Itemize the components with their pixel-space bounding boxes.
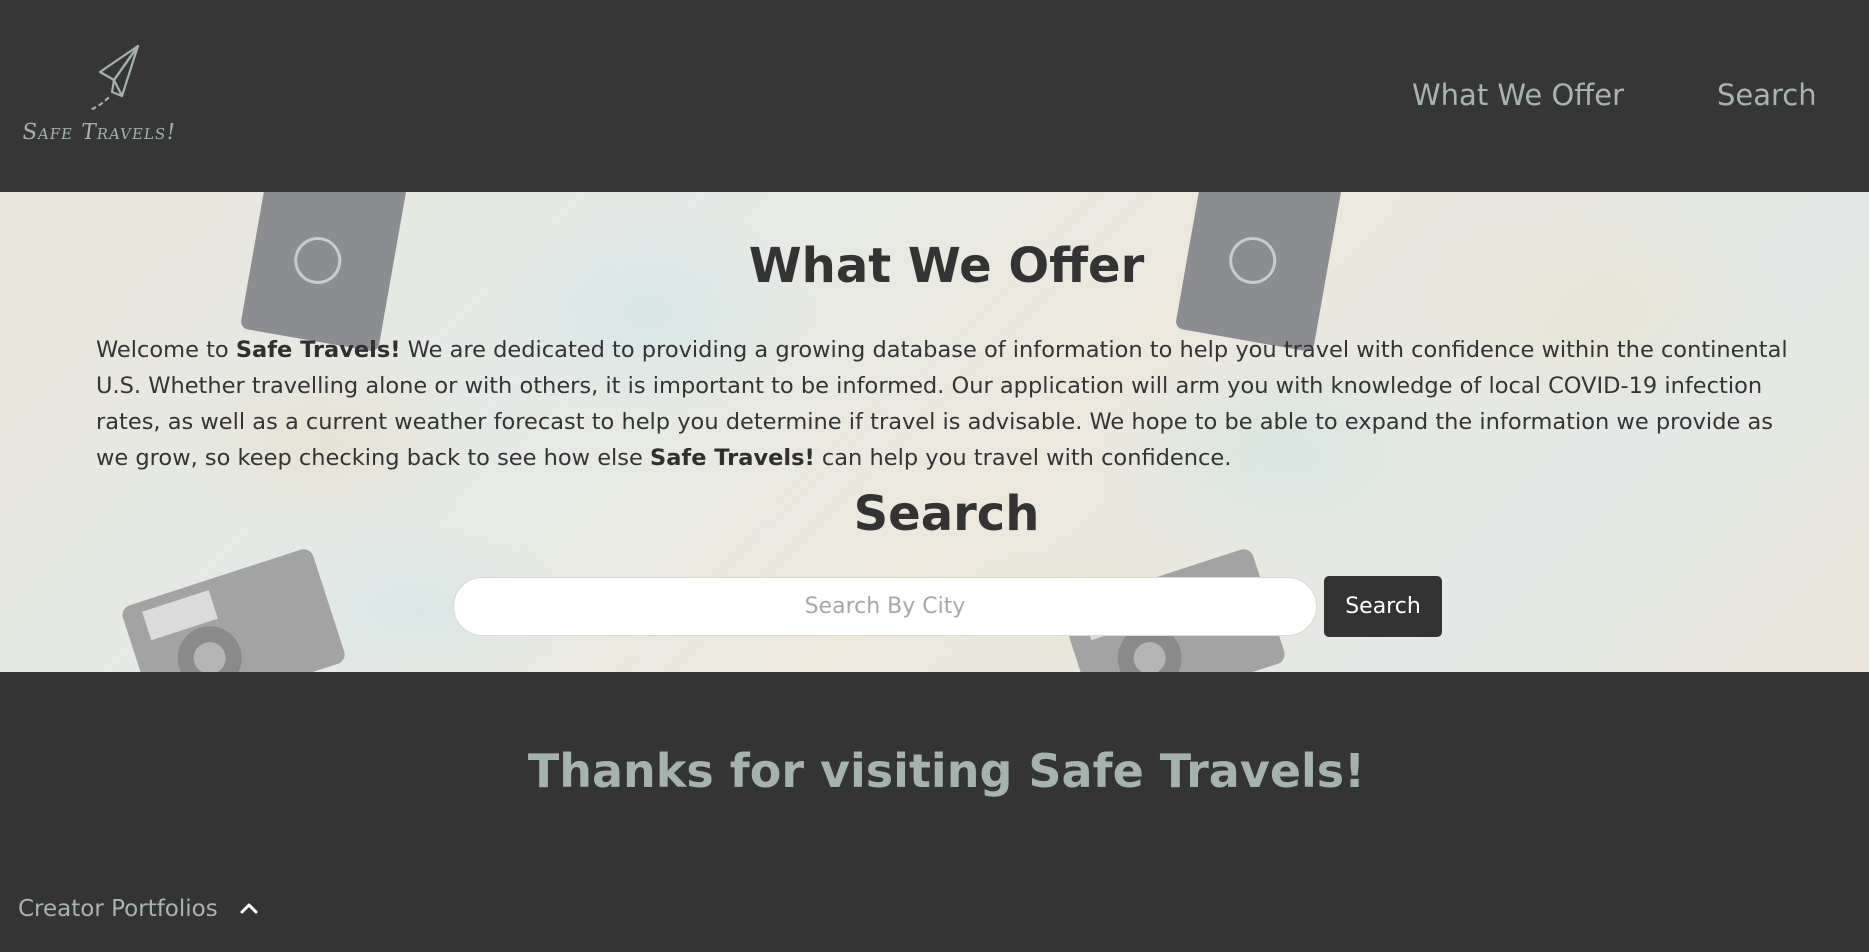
creator-portfolios-label: Creator Portfolios (18, 896, 218, 922)
paragraph-closing: can help you travel with confidence. (814, 445, 1232, 471)
nav-what-we-offer[interactable]: What We Offer (1412, 78, 1624, 112)
hero-content: What We Offer Welcome to Safe Travels! W… (0, 192, 1869, 672)
brand-name: Safe Travels! (650, 445, 815, 471)
city-search-input[interactable] (453, 577, 1317, 636)
logo-text: Safe Travels! (20, 120, 178, 145)
creator-portfolios-toggle[interactable]: Creator Portfolios (18, 896, 259, 922)
thanks-message: Thanks for visiting Safe Travels! (527, 744, 1366, 798)
welcome-text: Welcome to (96, 337, 236, 363)
search-button[interactable]: Search (1324, 576, 1442, 637)
logo[interactable]: Safe Travels! (20, 40, 178, 152)
site-header: Safe Travels! What We Offer Search (0, 0, 1869, 192)
welcome-paragraph: Welcome to Safe Travels! We are dedicate… (96, 332, 1796, 476)
paper-plane-icon (88, 44, 140, 112)
brand-name: Safe Travels! (235, 337, 401, 363)
search-heading: Search (853, 486, 1040, 542)
chevron-up-icon (240, 903, 258, 913)
nav-search[interactable]: Search (1717, 78, 1817, 112)
hero-section: What We Offer Welcome to Safe Travels! W… (0, 192, 1869, 672)
what-we-offer-heading: What We Offer (748, 238, 1145, 294)
